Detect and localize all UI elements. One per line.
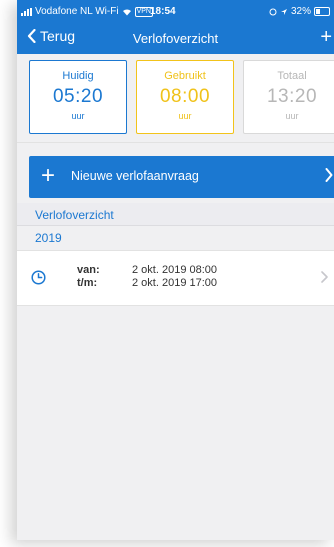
status-right: 32% — [269, 6, 330, 17]
current-unit: uur — [71, 111, 85, 121]
total-label: Totaal — [277, 70, 307, 82]
used-label: Gebruikt — [164, 70, 206, 82]
wifi-icon — [122, 8, 131, 15]
from-label: van: — [77, 264, 100, 276]
carrier-label: Vodafone NL Wi-Fi — [35, 6, 119, 17]
balance-summary: Huidig 05:20 uur Gebruikt 08:00 uur Tota… — [29, 60, 334, 136]
leave-entry-row[interactable]: van: 2 okt. 2019 08:00 t/m: 2 okt. 2019 … — [17, 250, 334, 306]
battery-icon — [314, 7, 330, 16]
navigation-bar: Terug Verlofoverzicht + — [17, 24, 334, 52]
overview-section-header: Verlofoverzicht — [17, 203, 334, 226]
current-label: Huidig — [62, 70, 94, 82]
status-time: 18:54 — [150, 6, 176, 17]
status-bar: Vodafone NL Wi-Fi VPN 18:54 32% — [17, 3, 334, 19]
page-title: Verlofoverzicht — [132, 31, 219, 46]
alarm-icon — [269, 8, 277, 15]
total-balance-card: Totaal 13:20 uur — [243, 60, 334, 134]
year-label: 2019 — [35, 231, 62, 245]
battery-percent: 32% — [290, 6, 311, 17]
location-icon — [280, 8, 287, 15]
total-unit: uur — [285, 111, 299, 121]
clock-icon — [31, 270, 46, 285]
to-label: t/m: — [77, 277, 98, 289]
to-value: 2 okt. 2019 17:00 — [132, 277, 218, 289]
plus-icon: + — [41, 162, 56, 189]
used-balance-card: Gebruikt 08:00 uur — [136, 60, 234, 134]
add-button[interactable]: + — [320, 26, 332, 49]
new-leave-request-button[interactable]: + Nieuwe verlofaanvraag — [29, 156, 334, 198]
chevron-right-icon — [321, 271, 328, 283]
current-value: 05:20 — [52, 86, 104, 107]
new-leave-request-label: Nieuwe verlofaanvraag — [71, 169, 199, 183]
header-bar: Vodafone NL Wi-Fi VPN 18:54 32% Terug Ve… — [17, 0, 334, 54]
overview-section-title: Verlofoverzicht — [35, 208, 114, 222]
status-left: Vodafone NL Wi-Fi VPN — [21, 6, 153, 17]
used-unit: uur — [178, 111, 192, 121]
divider — [17, 142, 334, 143]
signal-icon — [21, 7, 32, 16]
year-header: 2019 — [17, 228, 334, 248]
used-value: 08:00 — [159, 86, 211, 107]
total-value: 13:20 — [266, 86, 318, 107]
app-screen: Vodafone NL Wi-Fi VPN 18:54 32% Terug Ve… — [17, 0, 334, 540]
from-value: 2 okt. 2019 08:00 — [132, 264, 218, 276]
current-balance-card: Huidig 05:20 uur — [29, 60, 127, 134]
chevron-right-icon — [325, 168, 333, 182]
